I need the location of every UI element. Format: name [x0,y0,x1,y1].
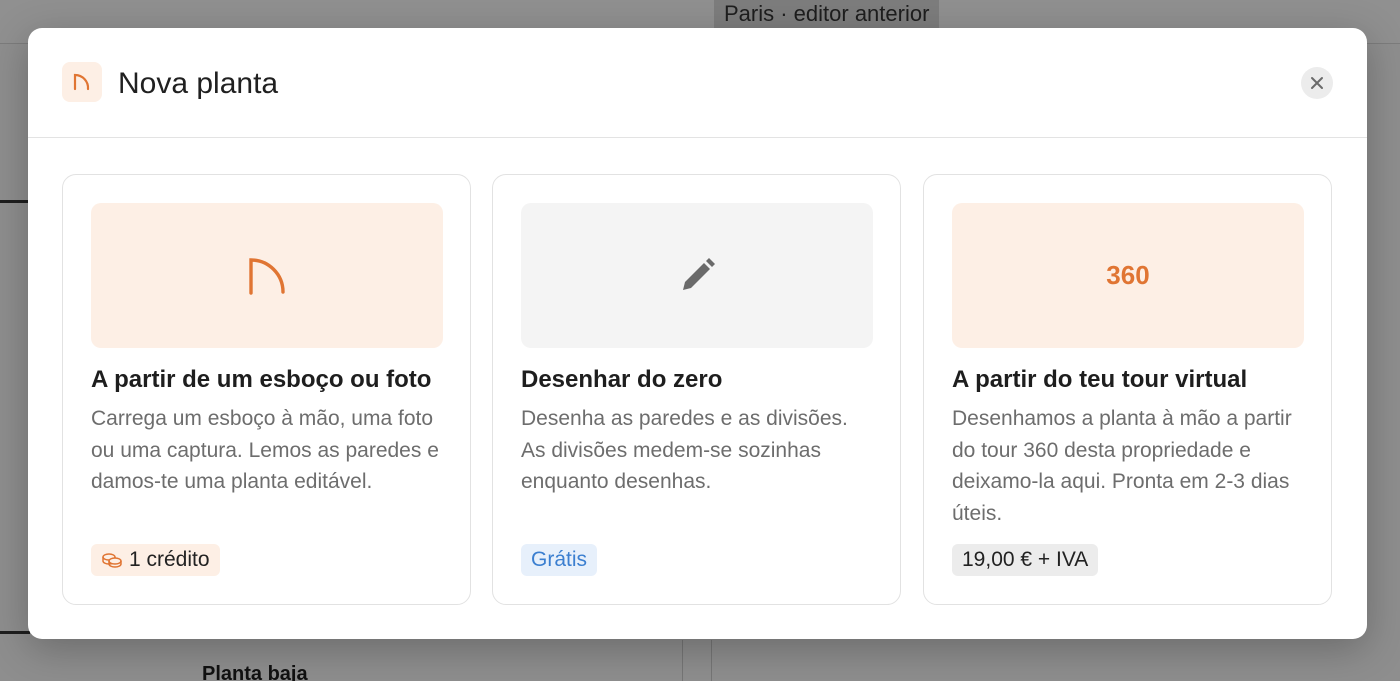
free-badge: Grátis [521,544,598,576]
modal-header: Nova planta [28,28,1367,138]
background-divider [682,640,683,681]
close-button[interactable] [1301,67,1333,99]
background-wall-line [0,200,30,203]
credit-badge: 1 crédito [91,544,220,576]
card-visual [521,203,873,348]
badge-label: 19,00 € + IVA [962,548,1089,571]
card-title: A partir de um esboço ou foto [91,366,432,393]
card-visual: 360 [952,203,1304,348]
option-card-draw[interactable]: Desenhar do zero Desenha as paredes e as… [492,174,901,605]
background-breadcrumb: Paris · editor anterior [714,0,940,28]
card-title: Desenhar do zero [521,366,723,393]
pencil-icon [683,257,715,290]
background-wall-line [0,631,30,634]
badge-label: Grátis [531,548,588,571]
coins-icon [102,553,122,568]
badge-label: 1 crédito [129,548,210,571]
background-floor-label: Planta baja [202,663,308,681]
modal-title: Nova planta [118,67,279,100]
arc-icon [62,62,102,102]
background-divider [711,640,712,681]
new-plan-modal: Nova planta A partir de um esboço ou fot… [28,28,1367,639]
card-visual [91,203,443,348]
option-cards: A partir de um esboço ou foto Carrega um… [62,174,1334,606]
card-description: Desenha as paredes e as divisões. As div… [521,407,848,493]
option-card-virtual-tour[interactable]: 360 A partir do teu tour virtual Desenha… [923,174,1332,605]
card-description: Carrega um esboço à mão, uma foto ou uma… [91,407,439,493]
price-badge: 19,00 € + IVA [952,544,1099,576]
close-icon [1311,77,1323,89]
option-card-sketch[interactable]: A partir de um esboço ou foto Carrega um… [62,174,471,605]
card-description: Desenhamos a planta à mão a partir do to… [952,407,1292,525]
card-title: A partir do teu tour virtual [952,366,1248,393]
arc-icon [249,257,285,295]
tour-360-label: 360 [1106,260,1150,290]
